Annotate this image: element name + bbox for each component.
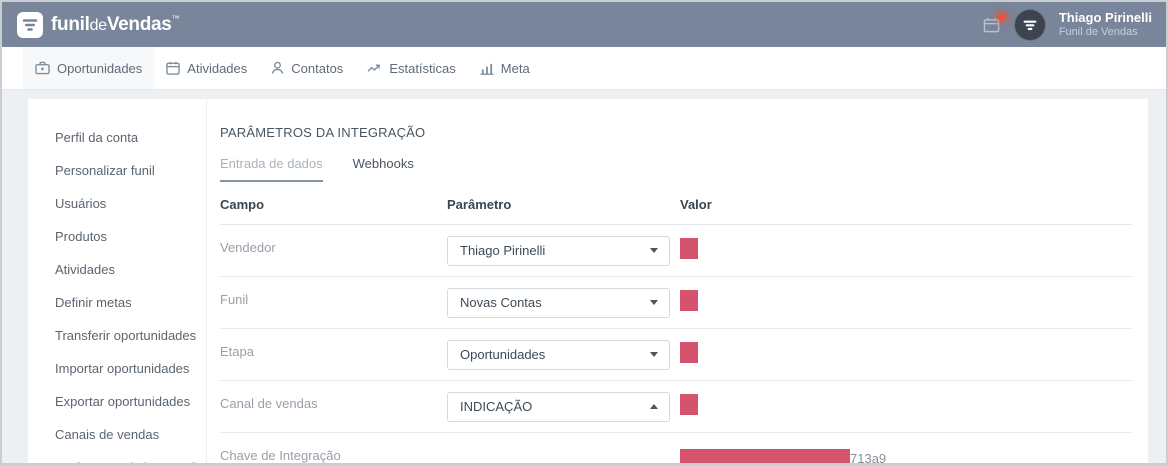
redacted-value-swatch xyxy=(680,342,698,363)
key-suffix: 713a9 xyxy=(850,451,886,465)
settings-sidebar: Perfil da contaPersonalizar funilUsuário… xyxy=(28,99,207,465)
parameter-select[interactable]: Thiago Pirinelli xyxy=(447,236,670,266)
app-window: funildeVendas™ xyxy=(0,0,1168,465)
calendar-alert-icon[interactable] xyxy=(983,17,1001,33)
content-tab-entradadedados[interactable]: Entrada de dados xyxy=(220,156,323,182)
notification-dot xyxy=(998,13,1006,21)
sidebar-item[interactable]: Exportar oportunidades xyxy=(55,394,206,427)
page-body: Perfil da contaPersonalizar funilUsuário… xyxy=(2,90,1166,465)
parameter-cell: INDICAÇÃO xyxy=(447,392,680,422)
brand-logo[interactable]: funildeVendas™ xyxy=(17,12,179,38)
parameters-table: Vendedor Thiago Pirinelli Funil Novas Conta… xyxy=(220,225,1132,465)
nav-tab-estatisticas[interactable]: Estatísticas xyxy=(355,47,467,89)
parameter-cell: Novas Contas xyxy=(447,288,680,318)
funnel-avatar-icon xyxy=(1022,17,1038,33)
field-label: Etapa xyxy=(220,329,447,359)
chevron-down-icon xyxy=(650,352,658,357)
contacts-icon xyxy=(271,61,284,75)
nav-tab-label: Contatos xyxy=(291,61,343,76)
value-cell xyxy=(680,238,1132,264)
table-header-row: CampoParâmetroValor xyxy=(220,182,1132,225)
chevron-up-icon xyxy=(650,404,658,409)
parameter-cell: Thiago Pirinelli xyxy=(447,236,680,266)
sidebar-item[interactable]: Importar oportunidades xyxy=(55,361,206,394)
value-cell xyxy=(680,290,1132,316)
nav-tab-atividades[interactable]: Atividades xyxy=(154,47,259,89)
sidebar-item[interactable]: Transferir oportunidades xyxy=(55,328,206,361)
sidebar-item[interactable]: Usuários xyxy=(55,196,206,229)
nav-tab-label: Atividades xyxy=(187,61,247,76)
briefcase-icon xyxy=(35,61,50,75)
nav-tab-label: Meta xyxy=(501,61,530,76)
redacted-value-swatch xyxy=(680,290,698,311)
table-row: Chave de Integração 713a9 xyxy=(220,433,1132,465)
user-menu[interactable]: Thiago Pirinelli Funil de Vendas xyxy=(1059,11,1154,39)
table-row: Funil Novas Contas xyxy=(220,277,1132,329)
selected-value: Novas Contas xyxy=(460,295,542,310)
brand-wordmark: funildeVendas™ xyxy=(51,14,179,36)
chevron-down-icon xyxy=(650,300,658,305)
parameter-select[interactable]: INDICAÇÃO xyxy=(447,392,670,422)
parameter-cell: Oportunidades xyxy=(447,340,680,370)
table-row: Etapa Oportunidades xyxy=(220,329,1132,381)
app-header: funildeVendas™ xyxy=(2,2,1166,47)
sidebar-item[interactable]: Definir metas xyxy=(55,295,206,328)
field-label: Canal de vendas xyxy=(220,381,447,411)
content-tab-webhooks[interactable]: Webhooks xyxy=(353,156,414,182)
nav-tab-contatos[interactable]: Contatos xyxy=(259,47,355,89)
user-avatar[interactable] xyxy=(1014,9,1046,41)
user-name: Thiago Pirinelli xyxy=(1059,11,1152,26)
nav-tab-oportunidades[interactable]: Oportunidades xyxy=(23,47,154,89)
sidebar-item[interactable]: Produtos xyxy=(55,229,206,262)
integration-tabs: Entrada de dados Webhooks xyxy=(220,156,1132,182)
integration-content: PARÂMETROS DA INTEGRAÇÃO Entrada de dado… xyxy=(207,99,1148,465)
chevron-down-icon xyxy=(650,248,658,253)
user-org: Funil de Vendas xyxy=(1059,26,1152,39)
nav-tab-label: Oportunidades xyxy=(57,61,142,76)
parameter-select[interactable]: Novas Contas xyxy=(447,288,670,318)
selected-value: Thiago Pirinelli xyxy=(460,243,545,258)
redacted-value-swatch xyxy=(680,238,698,259)
settings-card: Perfil da contaPersonalizar funilUsuário… xyxy=(28,99,1148,465)
line-chart-icon xyxy=(367,62,382,75)
column-header: Parâmetro xyxy=(447,197,680,212)
redacted-value-swatch xyxy=(680,394,698,415)
value-cell: 713a9 xyxy=(680,449,1132,465)
funnel-logo-icon xyxy=(17,12,43,38)
nav-tab-label: Estatísticas xyxy=(389,61,455,76)
nav-tab-meta[interactable]: Meta xyxy=(468,47,542,89)
table-row: Canal de vendas INDICAÇÃO xyxy=(220,381,1132,433)
value-cell xyxy=(680,394,1132,420)
table-row: Vendedor Thiago Pirinelli xyxy=(220,225,1132,277)
selected-value: INDICAÇÃO xyxy=(460,399,532,414)
primary-nav: Oportunidades Atividades Contatos Estatísti… xyxy=(2,47,1166,90)
column-header: Campo xyxy=(220,197,447,212)
bar-chart-icon xyxy=(480,62,494,75)
column-header: Valor xyxy=(680,197,1132,212)
sidebar-item[interactable]: Parâmetros da integração xyxy=(55,460,206,465)
sidebar-item[interactable]: Atividades xyxy=(55,262,206,295)
sidebar-item[interactable]: Perfil da conta xyxy=(55,130,206,163)
parameter-select[interactable]: Oportunidades xyxy=(447,340,670,370)
redacted-key-bar xyxy=(680,449,850,465)
field-label: Vendedor xyxy=(220,225,447,255)
value-cell xyxy=(680,342,1132,368)
field-label: Chave de Integração xyxy=(220,433,447,463)
page-title: PARÂMETROS DA INTEGRAÇÃO xyxy=(220,125,1132,140)
sidebar-item[interactable]: Personalizar funil xyxy=(55,163,206,196)
calendar-icon xyxy=(166,61,180,75)
selected-value: Oportunidades xyxy=(460,347,545,362)
sidebar-item[interactable]: Canais de vendas xyxy=(55,427,206,460)
field-label: Funil xyxy=(220,277,447,307)
